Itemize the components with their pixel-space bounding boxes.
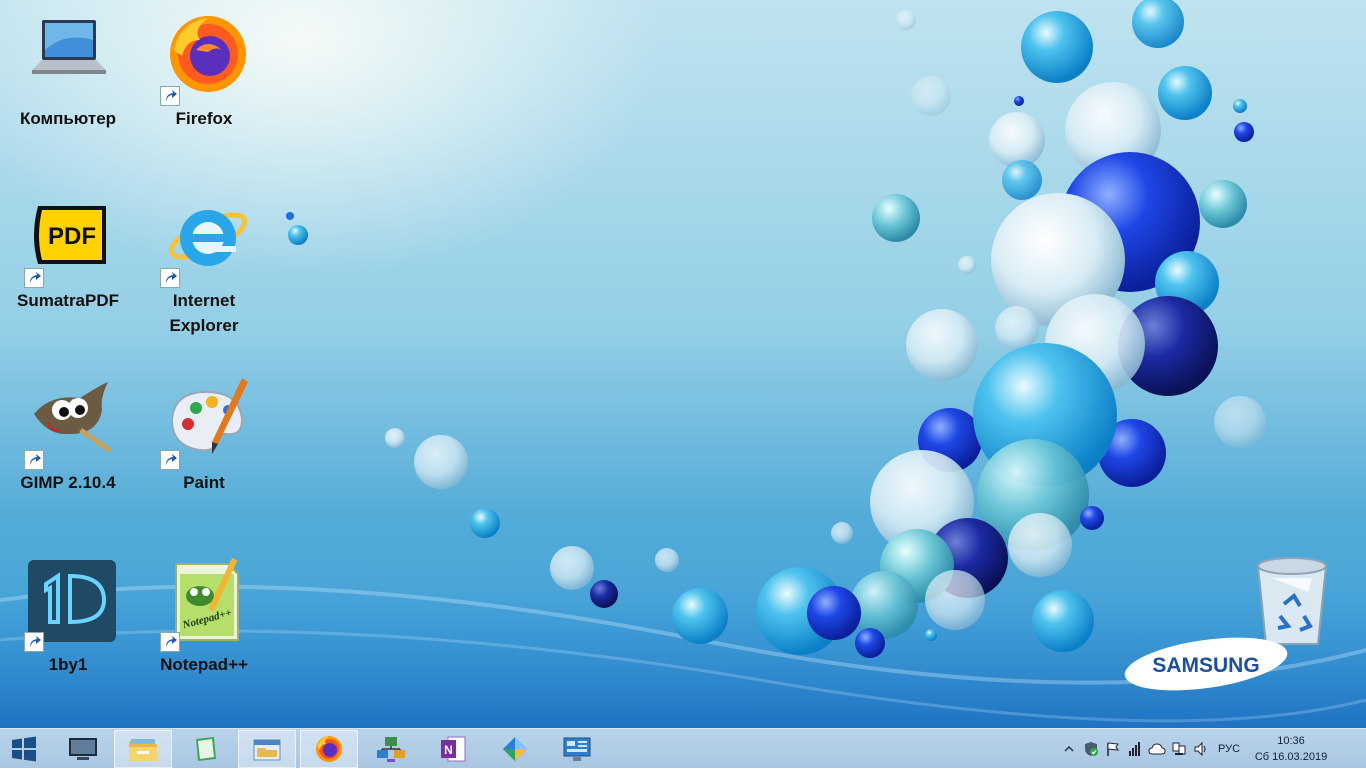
laptop-icon xyxy=(32,20,106,74)
desktop-icon-label: Notepad++ xyxy=(160,655,248,674)
desktop-icon-internet-explorer[interactable]: Internet Explorer xyxy=(144,192,264,338)
clock-date: Сб 16.03.2019 xyxy=(1254,751,1328,763)
desktop-icon-computer[interactable]: Компьютер xyxy=(8,10,128,131)
shortcut-arrow-icon xyxy=(24,450,44,470)
taskbar: N РУС 10:36 Сб 16.03.2019 xyxy=(0,728,1366,768)
taskbar-control-panel[interactable] xyxy=(548,730,606,768)
firefox-icon xyxy=(316,736,342,762)
taskbar-folder-window[interactable] xyxy=(238,730,296,768)
shortcut-arrow-icon xyxy=(24,632,44,652)
shortcut-arrow-icon xyxy=(160,268,180,288)
start-button[interactable] xyxy=(0,730,48,768)
desktop-icon-label: Firefox xyxy=(175,109,233,128)
volume-icon[interactable] xyxy=(1190,729,1212,769)
svg-text:N: N xyxy=(444,743,453,757)
security-shield-icon[interactable] xyxy=(1080,729,1102,769)
network-computers-icon xyxy=(377,737,405,762)
flag-icon[interactable] xyxy=(1102,729,1124,769)
desktop-icon-label: Компьютер xyxy=(19,109,117,128)
shortcut-arrow-icon xyxy=(24,268,44,288)
desktop-icon-notepad-plus-plus[interactable]: Notepad++ Notepad++ xyxy=(144,556,264,677)
clock-time: 10:36 xyxy=(1277,735,1305,747)
desktop-icon-sumatrapdf[interactable]: PDF SumatraPDF xyxy=(8,192,128,313)
desktop-icon-paint[interactable]: Paint xyxy=(144,374,264,495)
shortcut-arrow-icon xyxy=(160,632,180,652)
taskbar-show-desktop[interactable] xyxy=(54,730,112,768)
green-book-icon xyxy=(196,737,216,761)
desktop-icon-1by1[interactable]: 1by1 xyxy=(8,556,128,677)
samsung-logo-text: SAMSUNG xyxy=(1152,654,1259,677)
desktop-icon-firefox[interactable]: Firefox xyxy=(144,10,264,131)
onedrive-cloud-icon[interactable] xyxy=(1146,729,1168,769)
onenote-icon: N xyxy=(441,736,466,762)
shortcut-arrow-icon xyxy=(160,450,180,470)
control-panel-icon xyxy=(563,737,591,761)
network-icon[interactable] xyxy=(1168,729,1190,769)
taskbar-diamond-app[interactable] xyxy=(486,730,544,768)
file-explorer-icon xyxy=(129,739,157,761)
taskbar-network-computers[interactable] xyxy=(362,730,420,768)
desktop-icon-label: SumatraPDF xyxy=(16,291,120,310)
svg-text:PDF: PDF xyxy=(48,223,96,250)
signal-icon[interactable] xyxy=(1124,729,1146,769)
system-tray: РУС 10:36 Сб 16.03.2019 xyxy=(1058,729,1336,769)
desktop-icon-label: GIMP 2.10.4 xyxy=(20,473,116,492)
clock[interactable]: 10:36 Сб 16.03.2019 xyxy=(1246,733,1336,765)
taskbar-file-explorer[interactable] xyxy=(114,730,172,768)
shortcut-arrow-icon xyxy=(160,86,180,106)
taskbar-onenote[interactable]: N xyxy=(424,730,482,768)
taskbar-green-book[interactable] xyxy=(176,730,234,768)
folder-window-icon xyxy=(253,739,281,761)
desktop-icon-gimp[interactable]: GIMP 2.10.4 xyxy=(8,374,128,495)
show-desktop-icon xyxy=(69,738,97,760)
taskbar-firefox[interactable] xyxy=(300,730,358,768)
diamond-app-icon xyxy=(503,737,527,761)
desktop[interactable]: Компьютер Firefox PDF SumatraPDF Interne… xyxy=(0,0,1366,728)
windows-start-icon xyxy=(12,736,36,762)
desktop-icon-label: Internet Explorer xyxy=(169,291,239,335)
samsung-logo: SAMSUNG xyxy=(1122,636,1290,692)
desktop-icon-label: 1by1 xyxy=(48,655,88,674)
desktop-icon-label: Paint xyxy=(183,473,225,492)
chevron-up-icon[interactable] xyxy=(1058,729,1080,769)
language-indicator[interactable]: РУС xyxy=(1218,743,1240,755)
